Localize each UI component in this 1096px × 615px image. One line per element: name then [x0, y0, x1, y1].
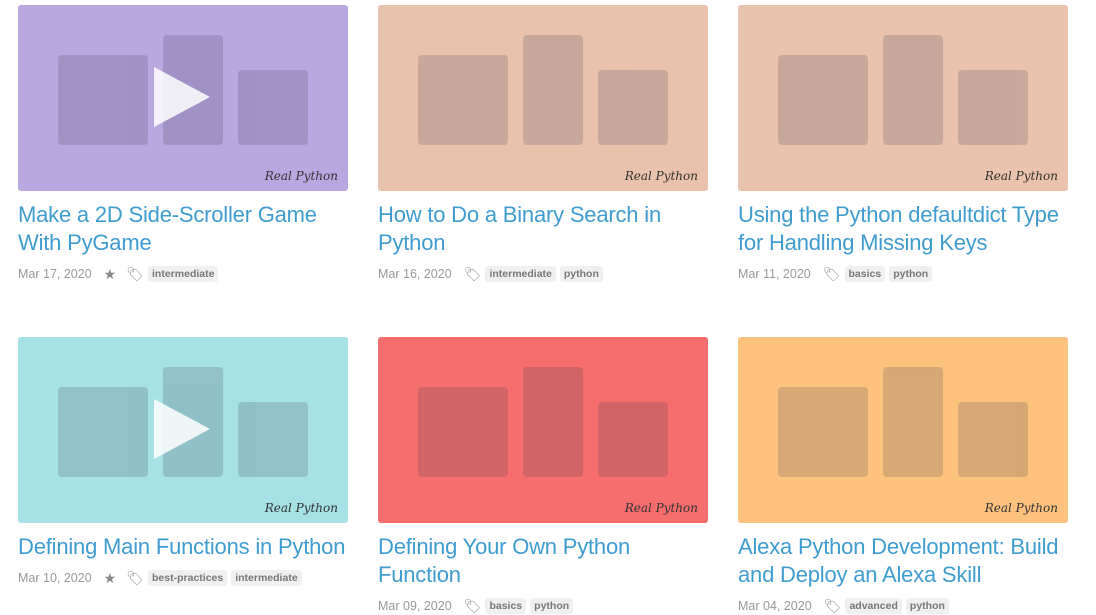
article-meta: Mar 09, 2020 🏷 basics python [378, 597, 708, 615]
article-date: Mar 16, 2020 [378, 267, 452, 281]
article-date: Mar 04, 2020 [738, 599, 812, 613]
article-date: Mar 09, 2020 [378, 599, 452, 613]
tag-intermediate[interactable]: intermediate [485, 266, 556, 282]
play-icon[interactable] [154, 67, 210, 127]
tag-python[interactable]: python [889, 266, 933, 282]
real-python-logo: Real Python [984, 501, 1058, 515]
tag-basics[interactable]: basics [844, 266, 886, 282]
tag-intermediate[interactable]: intermediate [148, 266, 219, 282]
tags-icon: 🏷 [463, 265, 482, 282]
article-meta: Mar 16, 2020 🏷 intermediate python [378, 265, 708, 283]
article-title[interactable]: Defining Your Own Python Function [378, 533, 708, 589]
article-title[interactable]: Defining Main Functions in Python [18, 533, 348, 561]
tag-python[interactable]: python [559, 266, 603, 282]
illustration [408, 25, 678, 165]
article-card: Real Python Using the Python defaultdict… [738, 5, 1068, 283]
article-thumbnail[interactable]: Real Python [18, 337, 348, 523]
tags-icon: 🏷 [126, 569, 145, 586]
article-title[interactable]: Alexa Python Development: Build and Depl… [738, 533, 1068, 589]
illustration [408, 357, 678, 497]
article-title[interactable]: Make a 2D Side-Scroller Game With PyGame [18, 201, 348, 257]
illustration [768, 25, 1038, 165]
article-card: Real Python Make a 2D Side-Scroller Game… [18, 5, 348, 283]
tag-advanced[interactable]: advanced [845, 598, 902, 614]
tag-intermediate[interactable]: intermediate [231, 570, 302, 586]
star-icon: ★ [103, 569, 117, 586]
article-card: Real Python How to Do a Binary Search in… [378, 5, 708, 283]
tag-python[interactable]: python [530, 598, 574, 614]
tags-icon: 🏷 [126, 265, 145, 282]
tag-basics[interactable]: basics [485, 598, 527, 614]
tags-icon: 🏷 [822, 265, 841, 282]
real-python-logo: Real Python [984, 169, 1058, 183]
article-meta: Mar 11, 2020 🏷 basics python [738, 265, 1068, 283]
tags-icon: 🏷 [823, 597, 842, 614]
article-meta: Mar 17, 2020 ★ 🏷 intermediate [18, 265, 348, 283]
article-title[interactable]: How to Do a Binary Search in Python [378, 201, 708, 257]
article-card: Real Python Alexa Python Development: Bu… [738, 337, 1068, 615]
article-card: Real Python Defining Main Functions in P… [18, 337, 348, 587]
tag-python[interactable]: python [905, 598, 949, 614]
article-meta: Mar 04, 2020 🏷 advanced python [738, 597, 1068, 615]
article-thumbnail[interactable]: Real Python [738, 337, 1068, 523]
tags-icon: 🏷 [463, 597, 482, 614]
illustration [768, 357, 1038, 497]
real-python-logo: Real Python [264, 169, 338, 183]
tag-best-practices[interactable]: best-practices [148, 570, 228, 586]
article-thumbnail[interactable]: Real Python [738, 5, 1068, 191]
real-python-logo: Real Python [624, 169, 698, 183]
article-thumbnail[interactable]: Real Python [18, 5, 348, 191]
real-python-logo: Real Python [624, 501, 698, 515]
star-icon: ★ [103, 265, 117, 282]
article-thumbnail[interactable]: Real Python [378, 337, 708, 523]
real-python-logo: Real Python [264, 501, 338, 515]
article-meta: Mar 10, 2020 ★ 🏷 best-practices intermedi… [18, 569, 348, 587]
article-card: Real Python Defining Your Own Python Fun… [378, 337, 708, 615]
article-date: Mar 11, 2020 [738, 267, 811, 281]
article-date: Mar 10, 2020 [18, 571, 92, 585]
article-thumbnail[interactable]: Real Python [378, 5, 708, 191]
play-icon[interactable] [154, 399, 210, 459]
article-date: Mar 17, 2020 [18, 267, 92, 281]
article-title[interactable]: Using the Python defaultdict Type for Ha… [738, 201, 1068, 257]
